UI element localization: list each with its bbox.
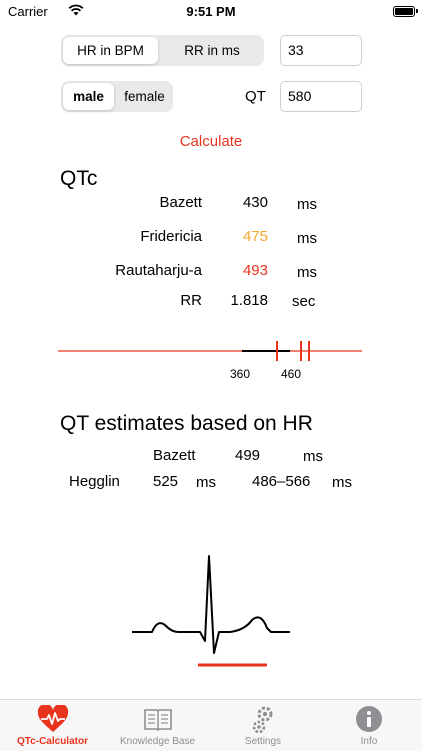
qt-input[interactable]: 580	[280, 81, 362, 112]
scale-tick-360: 360	[230, 367, 251, 381]
rautaharju-label: Rautaharju-a	[115, 262, 202, 279]
heart-pulse-icon	[37, 705, 69, 732]
est-hegglin-label: Hegglin	[69, 473, 120, 490]
gear-icon	[252, 706, 273, 734]
estimates-heading: QT estimates based on HR	[60, 412, 313, 435]
tab-label-qtc-calculator: QTc-Calculator	[17, 736, 88, 747]
fridericia-value: 475	[242, 228, 268, 245]
battery-tip	[416, 9, 418, 13]
calculate-label[interactable]: Calculate	[180, 133, 243, 150]
tab-settings[interactable]: Settings	[210, 700, 316, 751]
tab-knowledge-base[interactable]: Knowledge Base	[105, 700, 210, 751]
calculate-button: Calculate	[0, 133, 422, 150]
est-hegglin-value: 525	[153, 473, 179, 490]
qtc-scale	[58, 341, 362, 361]
rautaharju-unit: ms	[297, 264, 317, 281]
est-bazett-value: 499	[235, 447, 261, 464]
segment-hr-bpm[interactable]: HR in BPM	[63, 37, 158, 64]
hr-input[interactable]: 33	[280, 35, 362, 66]
segment-male[interactable]: male	[63, 83, 114, 110]
tab-info[interactable]: Info	[316, 700, 422, 751]
bazett-value: 430	[242, 194, 268, 211]
rr-label: RR	[180, 292, 202, 309]
ecg-illustration	[132, 555, 290, 667]
est-bazett-label: Bazett	[153, 447, 196, 464]
segment-rr-ms[interactable]: RR in ms	[162, 37, 262, 64]
scale-tick-460: 460	[281, 367, 302, 381]
est-bazett-unit: ms	[303, 448, 323, 465]
status-bar: Carrier 9:51 PM	[0, 0, 422, 24]
info-icon	[356, 706, 382, 732]
hr-mode-segmented-control: HR in BPM RR in ms	[61, 35, 264, 66]
est-hegglin-range-unit: ms	[332, 474, 352, 491]
sex-segmented-control: male female	[61, 81, 173, 112]
bazett-label: Bazett	[159, 194, 202, 211]
tab-label-knowledge-base: Knowledge Base	[119, 736, 196, 747]
rr-unit: sec	[292, 293, 316, 310]
fridericia-label: Fridericia	[140, 228, 202, 245]
book-icon	[144, 709, 172, 731]
fridericia-unit: ms	[297, 230, 317, 247]
est-hegglin-range: 486–566	[252, 473, 311, 490]
rautaharju-value: 493	[242, 262, 268, 279]
ecg-trace	[132, 555, 290, 654]
segment-female[interactable]: female	[118, 83, 171, 110]
qt-label: QT	[245, 88, 266, 105]
tab-qtc-calculator[interactable]: QTc-Calculator	[0, 700, 105, 751]
tab-label-info: Info	[360, 736, 378, 747]
battery-icon	[393, 6, 415, 17]
tab-label-settings: Settings	[244, 736, 282, 747]
tab-bar: QTc-Calculator Knowledge Base Settings I…	[0, 699, 422, 751]
clock: 9:51 PM	[186, 4, 236, 19]
qtc-heading: QTc	[60, 167, 98, 190]
rr-value: 1.818	[230, 292, 268, 309]
bazett-unit: ms	[297, 196, 317, 213]
est-hegglin-unit: ms	[196, 474, 216, 491]
